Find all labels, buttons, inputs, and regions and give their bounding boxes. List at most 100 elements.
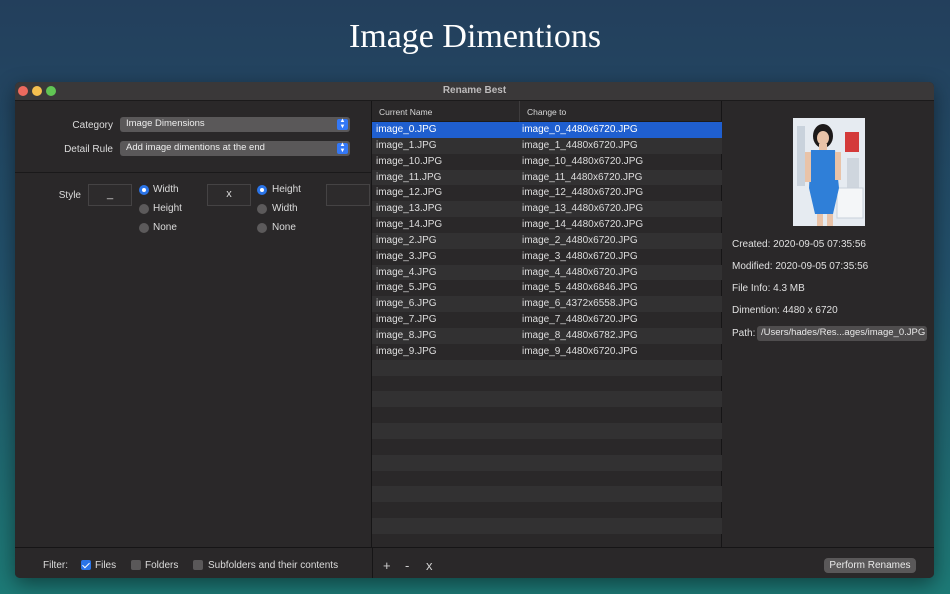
current-name-cell: image_9.JPG — [376, 345, 437, 357]
detail-rule-value: Add image dimentions at the end — [126, 142, 265, 153]
table-row[interactable]: image_4.JPG image_4_4480x6720.JPG — [372, 264, 722, 281]
path-value[interactable]: /Users/hades/Res...ages/image_0.JPG — [757, 326, 927, 341]
current-name-cell: image_5.JPG — [376, 282, 437, 294]
table-body: image_0.JPG image_0_4480x6720.JPG image_1.… — [372, 122, 722, 550]
table-row[interactable]: image_7.JPG image_7_4480x6720.JPG — [372, 312, 722, 328]
first-height-radio[interactable] — [139, 204, 149, 214]
change-to-cell: image_2_4480x6720.JPG — [522, 234, 638, 246]
chevron-up-down-icon: ▲ ▼ — [337, 142, 348, 154]
change-to-cell: image_13_4480x6720.JPG — [522, 203, 644, 215]
change-to-cell: image_3_4480x6720.JPG — [522, 250, 638, 262]
change-to-cell: image_1_4480x6720.JPG — [522, 139, 638, 151]
current-name-cell: image_4.JPG — [376, 266, 437, 278]
table-row[interactable] — [372, 391, 722, 408]
file-info-pane: Created: 2020-09-05 07:35:56 Modified: 2… — [722, 101, 934, 547]
table-row[interactable]: image_11.JPG image_11_4480x6720.JPG — [372, 169, 722, 186]
change-to-cell: image_10_4480x6720.JPG — [522, 155, 644, 167]
table-row[interactable] — [372, 486, 722, 503]
table-row[interactable]: image_5.JPG image_5_4480x6846.JPG — [372, 280, 722, 296]
style-label: Style — [58, 190, 81, 201]
files-label: Files — [95, 560, 117, 571]
first-none-label: None — [153, 222, 177, 233]
divider — [372, 548, 373, 578]
second-height-radio[interactable] — [257, 185, 267, 195]
clear-button[interactable]: x — [426, 558, 433, 573]
app-window: Rename Best Category Image Dimensions ▲ ▼… — [15, 82, 934, 578]
current-name-cell: image_6.JPG — [376, 298, 437, 310]
change-to-cell: image_8_4480x6782.JPG — [522, 329, 638, 341]
detail-rule-label: Detail Rule — [64, 144, 113, 155]
table-row[interactable] — [372, 376, 722, 392]
file-size-info: File Info: 4.3 MB — [732, 283, 805, 294]
subfolders-checkbox[interactable] — [193, 560, 203, 570]
table-row[interactable]: image_14.JPG image_14_4480x6720.JPG — [372, 217, 722, 233]
current-name-cell: image_12.JPG — [376, 187, 443, 199]
subfolders-label: Subfolders and their contents — [208, 560, 339, 571]
table-row[interactable]: image_3.JPG image_3_4480x6720.JPG — [372, 249, 722, 265]
divider — [15, 172, 371, 173]
separator-field[interactable]: x — [207, 184, 251, 206]
first-width-label: Width — [153, 184, 179, 195]
table-row[interactable] — [372, 439, 722, 455]
current-name-cell: image_1.JPG — [376, 139, 437, 151]
add-button[interactable]: + — [383, 558, 391, 573]
category-popup[interactable]: Image Dimensions ▲ ▼ — [120, 117, 350, 132]
chevron-up-down-icon: ▲ ▼ — [337, 118, 348, 130]
modified-info: Modified: 2020-09-05 07:35:56 — [732, 261, 869, 272]
change-to-cell: image_7_4480x6720.JPG — [522, 314, 638, 326]
change-to-cell: image_14_4480x6720.JPG — [522, 219, 644, 231]
detail-rule-popup[interactable]: Add image dimentions at the end ▲ ▼ — [120, 141, 350, 156]
first-width-radio[interactable] — [139, 185, 149, 195]
current-name-cell: image_8.JPG — [376, 329, 437, 341]
bottom-bar: Filter: Files Folders Subfolders and the… — [15, 547, 934, 578]
current-name-cell: image_13.JPG — [376, 203, 443, 215]
table-row[interactable]: image_12.JPG image_12_4480x6720.JPG — [372, 185, 722, 201]
created-info: Created: 2020-09-05 07:35:56 — [732, 239, 866, 250]
second-width-radio[interactable] — [257, 204, 267, 214]
change-to-cell: image_4_4480x6720.JPG — [522, 266, 638, 278]
files-checkbox[interactable] — [81, 560, 91, 570]
suffix-field[interactable] — [326, 184, 370, 206]
second-none-radio[interactable] — [257, 223, 267, 233]
current-name-cell: image_10.JPG — [376, 155, 443, 167]
table-row[interactable] — [372, 423, 722, 439]
table-row[interactable]: image_13.JPG image_13_4480x6720.JPG — [372, 201, 722, 218]
filter-label: Filter: — [43, 560, 68, 571]
first-none-radio[interactable] — [139, 223, 149, 233]
options-pane: Category Image Dimensions ▲ ▼ Detail Rule… — [15, 101, 372, 547]
page-title: Image Dimentions — [348, 18, 602, 55]
change-to-cell: image_5_4480x6846.JPG — [522, 282, 638, 294]
category-label: Category — [72, 120, 113, 131]
table-row[interactable]: image_10.JPG image_10_4480x6720.JPG — [372, 154, 722, 170]
column-header-current-name[interactable]: Current Name — [372, 101, 520, 122]
column-header-change-to[interactable]: Change to — [520, 101, 722, 122]
change-to-cell: image_0_4480x6720.JPG — [522, 124, 638, 135]
table-row[interactable] — [372, 518, 722, 534]
table-row[interactable]: image_8.JPG image_8_4480x6782.JPG — [372, 327, 722, 344]
change-to-cell: image_11_4480x6720.JPG — [522, 171, 643, 183]
image-preview — [793, 118, 865, 226]
table-row[interactable]: image_0.JPG image_0_4480x6720.JPG — [372, 122, 722, 138]
table-row[interactable]: image_1.JPG image_1_4480x6720.JPG — [372, 137, 722, 154]
current-name-cell: image_14.JPG — [376, 219, 443, 231]
perform-renames-button[interactable]: Perform Renames — [824, 558, 916, 573]
table-row[interactable] — [372, 502, 722, 518]
table-row[interactable] — [372, 471, 722, 487]
table-row[interactable] — [372, 454, 722, 471]
second-width-label: Width — [272, 203, 298, 214]
table-row[interactable]: image_9.JPG image_9_4480x6720.JPG — [372, 344, 722, 360]
prefix-field[interactable]: _ — [88, 184, 132, 206]
second-none-label: None — [272, 222, 296, 233]
current-name-cell: image_7.JPG — [376, 314, 437, 326]
table-row[interactable] — [372, 407, 722, 423]
table-row[interactable] — [372, 359, 722, 376]
title-bar: Rename Best — [15, 82, 934, 101]
table-row[interactable]: image_2.JPG image_2_4480x6720.JPG — [372, 232, 722, 249]
category-value: Image Dimensions — [126, 118, 205, 129]
path-label: Path: — [732, 328, 756, 339]
window-title: Rename Best — [442, 85, 507, 96]
folders-checkbox[interactable] — [131, 560, 141, 570]
table-row[interactable]: image_6.JPG image_6_4372x6558.JPG — [372, 296, 722, 313]
dimension-info: Dimention: 4480 x 6720 — [732, 305, 838, 316]
remove-button[interactable]: - — [405, 558, 409, 573]
